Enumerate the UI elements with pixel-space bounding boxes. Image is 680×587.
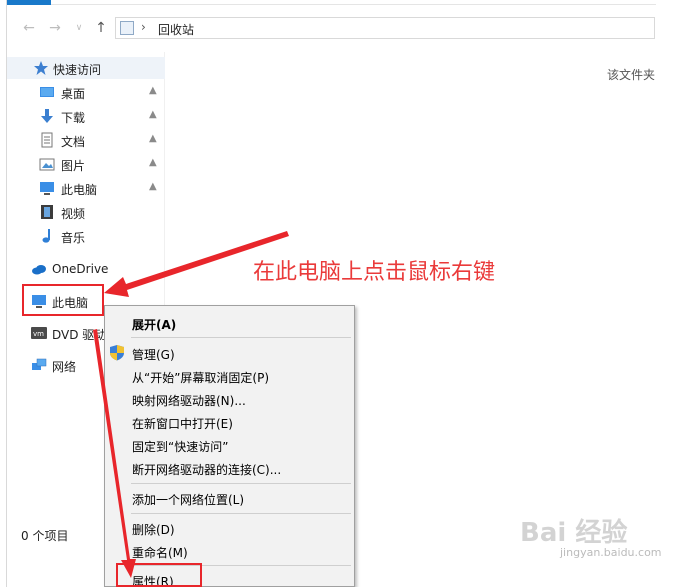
up-arrow-icon[interactable]: ↑	[93, 20, 109, 36]
nav-item-downloads[interactable]: 下载 ▲	[7, 105, 165, 127]
nav-item-label: 文档	[61, 135, 86, 149]
empty-folder-hint: 该文件夹	[607, 68, 656, 82]
desktop-icon	[40, 87, 54, 97]
pin-icon[interactable]: ▲	[149, 109, 159, 121]
menu-item-delete[interactable]: 删除(D)	[105, 517, 354, 539]
menu-item-label: 重命名(M)	[132, 546, 188, 560]
menu-item-pin-quick-access[interactable]: 固定到“快速访问”	[105, 434, 354, 456]
menu-item-label: 断开网络驱动器的连接(C)...	[132, 463, 282, 477]
menu-item-map-network-drive[interactable]: 映射网络驱动器(N)...	[105, 388, 354, 410]
menu-item-add-network-location[interactable]: 添加一个网络位置(L)	[105, 487, 354, 509]
pin-icon[interactable]: ▲	[149, 181, 159, 193]
recycle-bin-icon	[120, 21, 134, 35]
music-icon	[42, 229, 50, 243]
menu-divider	[131, 483, 351, 484]
nav-item-label: 视频	[61, 207, 86, 221]
menu-item-label: 在新窗口中打开(E)	[132, 417, 233, 431]
dvd-drive-icon: vm	[31, 327, 47, 339]
star-icon	[34, 61, 48, 75]
nav-item-label: DVD 驱动	[52, 328, 107, 342]
nav-item-label: 此电脑	[61, 183, 98, 197]
nav-item-pictures[interactable]: 图片 ▲	[7, 153, 165, 175]
nav-item-documents[interactable]: 文档 ▲	[7, 129, 165, 151]
menu-item-label: 删除(D)	[132, 523, 175, 537]
menu-item-rename[interactable]: 重命名(M)	[105, 540, 354, 562]
baidu-watermark-url: jingyan.baidu.com	[560, 546, 662, 559]
menu-item-manage[interactable]: 管理(G)	[105, 342, 354, 364]
annotation-instruction-text: 在此电脑上点击鼠标右键	[253, 260, 496, 285]
menu-item-label: 映射网络驱动器(N)...	[132, 394, 246, 408]
menu-item-open-new-window[interactable]: 在新窗口中打开(E)	[105, 411, 354, 433]
breadcrumb-recycle-bin[interactable]: 回收站	[158, 21, 194, 38]
nav-item-label: OneDrive	[52, 262, 109, 276]
nav-item-desktop[interactable]: 桌面 ▲	[7, 81, 165, 103]
nav-item-label: 图片	[61, 159, 86, 173]
annotation-highlight-properties	[116, 563, 202, 587]
nav-quick-access[interactable]: 快速访问	[7, 57, 165, 79]
ribbon-tab-strip	[7, 0, 656, 5]
nav-item-videos[interactable]: 视频	[7, 201, 165, 223]
menu-item-label: 固定到“快速访问”	[132, 440, 229, 454]
back-arrow-icon[interactable]: ←	[21, 20, 37, 36]
document-icon	[41, 132, 53, 148]
uac-shield-icon	[110, 345, 124, 361]
onedrive-cloud-icon	[32, 265, 46, 275]
nav-item-onedrive[interactable]: OneDrive	[7, 258, 165, 280]
nav-quick-access-label: 快速访问	[53, 63, 102, 77]
svg-text:vm: vm	[33, 330, 44, 338]
forward-arrow-icon[interactable]: →	[47, 20, 63, 36]
this-pc-icon	[40, 182, 54, 195]
status-item-count: 0 个项目	[21, 529, 69, 543]
menu-item-label: 管理(G)	[132, 348, 175, 362]
address-bar[interactable]: › 回收站	[115, 17, 655, 39]
download-icon	[41, 109, 53, 123]
menu-item-expand[interactable]: 展开(A)	[105, 312, 354, 334]
video-icon	[41, 205, 53, 219]
pin-icon[interactable]: ▲	[149, 157, 159, 169]
network-icon	[32, 358, 47, 370]
ribbon-file-tab[interactable]	[7, 0, 51, 5]
breadcrumb-separator-icon: ›	[141, 20, 146, 34]
pin-icon[interactable]: ▲	[149, 85, 159, 97]
menu-item-disconnect-network-drive[interactable]: 断开网络驱动器的连接(C)...	[105, 457, 354, 479]
menu-item-unpin-start[interactable]: 从“开始”屏幕取消固定(P)	[105, 365, 354, 387]
nav-item-label: 桌面	[61, 87, 86, 101]
nav-item-this-pc-quick[interactable]: 此电脑 ▲	[7, 177, 165, 199]
recent-locations-chevron-icon[interactable]: ∨	[71, 20, 87, 36]
nav-item-label: 网络	[52, 360, 77, 374]
menu-divider	[131, 337, 351, 338]
context-menu: 展开(A) 管理(G) 从“开始”屏幕取消固定(P) 映射网络驱动器(N)...…	[104, 305, 355, 587]
menu-divider	[131, 513, 351, 514]
nav-item-label: 下载	[61, 111, 86, 125]
menu-item-label: 添加一个网络位置(L)	[132, 493, 245, 507]
nav-item-label: 音乐	[61, 231, 86, 245]
nav-item-music[interactable]: 音乐	[7, 225, 165, 247]
pin-icon[interactable]: ▲	[149, 133, 159, 145]
menu-item-label: 从“开始”屏幕取消固定(P)	[132, 371, 270, 385]
picture-icon	[39, 158, 55, 171]
annotation-highlight-this-pc	[22, 284, 104, 316]
menu-item-label: 展开(A)	[132, 318, 177, 332]
baidu-watermark: Bai 经验	[520, 518, 628, 548]
navigation-bar: ← → ∨ ↑ › 回收站	[7, 8, 656, 48]
